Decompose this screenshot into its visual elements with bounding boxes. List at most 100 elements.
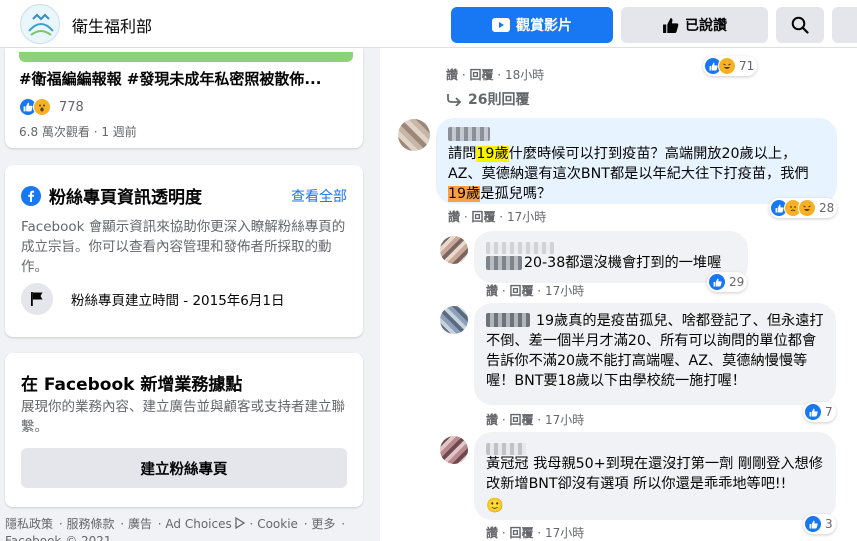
like-reaction-icon (804, 403, 822, 421)
highlight-19: 19歲 (476, 146, 509, 162)
watch-video-button[interactable]: 觀賞影片 (451, 7, 613, 43)
reaction-count: 29 (729, 275, 745, 289)
comment-time[interactable]: 17小時 (507, 210, 546, 224)
commenter-avatar[interactable] (440, 306, 468, 334)
comment-text-2: 20-38都還沒機會打到的一堆喔 (486, 253, 736, 273)
footer-links: 隱私政策 · 服務條款 · 廣告 · Ad Choices · Cookie ·… (5, 516, 346, 531)
comment-bubble-4: 黃冠冠 我母親50+到現在還沒打第一劑 剛剛登入想修改新增BNT卻沒有選項 所以… (474, 432, 836, 520)
comment-time[interactable]: 18小時 (505, 68, 544, 82)
commenter-avatar[interactable] (440, 436, 468, 464)
reply-action[interactable]: 回覆 (509, 526, 533, 540)
commenter-handle-blurred[interactable] (486, 440, 824, 455)
search-icon (791, 16, 809, 34)
comment-3-reactions[interactable]: 7 (803, 402, 836, 422)
slight-smile-emoji: 🙂 (486, 498, 504, 514)
commenter-name-blurred[interactable] (448, 126, 825, 142)
highlight-19-2: 19歲 (448, 186, 481, 202)
footer-link-ads[interactable]: 廣告 (128, 517, 152, 531)
like-action[interactable]: 讚 (486, 284, 498, 298)
site-footer: 隱私政策 · 服務條款 · 廣告 · Ad Choices · Cookie ·… (5, 516, 345, 541)
comments-panel: 讚 · 回覆 · 18小時 71 26則回覆 請問19歲什麼時候可以打到疫苗？高… (380, 48, 857, 541)
liked-label: 已說讚 (685, 18, 727, 34)
reply-action[interactable]: 回覆 (509, 284, 533, 298)
comment-bubble-2: 20-38都還沒機會打到的一堆喔 (474, 231, 748, 283)
page-transparency-card: 粉絲專頁資訊透明度 查看全部 Facebook 會顯示資訊來協助你更深入瞭解粉絲… (5, 165, 363, 337)
top-comment-reactions[interactable]: 71 (703, 56, 758, 76)
add-business-card: 在 Facebook 新增業務據點 展現你的業務內容、建立廣告並與顧客或支持者建… (5, 353, 363, 507)
comment-2-reactions[interactable]: 29 (707, 272, 748, 292)
comment-time[interactable]: 17小時 (545, 526, 584, 540)
comment-4-reactions[interactable]: 3 (803, 514, 836, 534)
flag-icon (21, 283, 53, 315)
mohw-logo-icon (22, 6, 59, 43)
page-created-date: 粉絲專頁建立時間 - 2015年6月1日 (71, 293, 285, 309)
video-reactions[interactable]: 778 (19, 98, 84, 116)
transparency-description: Facebook 會顯示資訊來協助你更深入瞭解粉絲專頁的成立宗旨。你可以查看內容… (21, 219, 346, 275)
transparency-title: 粉絲專頁資訊透明度 (49, 188, 202, 208)
video-post-card: #衛福編編報報 #發現未成年私密照被散佈... 778 6.8 萬次觀看 · 1… (5, 48, 363, 148)
play-video-icon (492, 18, 510, 32)
see-all-link[interactable]: 查看全部 (291, 186, 347, 206)
comment-1-reactions[interactable]: 28 (769, 198, 838, 218)
comment-time[interactable]: 17小時 (545, 413, 584, 427)
footer-link-cookie[interactable]: Cookie (257, 517, 298, 531)
create-page-button[interactable]: 建立粉絲專頁 (21, 448, 347, 488)
comment-4-actions: 讚 · 回覆 · 17小時 (486, 526, 585, 540)
top-comment-actions: 讚 · 回覆 · 18小時 (446, 68, 545, 82)
reply-action[interactable]: 回覆 (509, 413, 533, 427)
comment-1-actions: 讚 · 回覆 · 17小時 (448, 210, 547, 224)
thumbs-up-icon (663, 17, 679, 33)
commenter-avatar[interactable] (440, 236, 468, 264)
adchoices-icon (235, 516, 245, 530)
liked-button[interactable]: 已說讚 (621, 7, 768, 43)
page-title[interactable]: 衛生福利部 (72, 13, 152, 37)
page-header: 衛生福利部 觀賞影片 已說讚 (0, 0, 857, 48)
business-description: 展現你的業務內容、建立廣告並與顧客或支持者建立聯繫。 (21, 399, 345, 435)
facebook-icon (21, 185, 41, 206)
page-created-row: 粉絲專頁建立時間 - 2015年6月1日 (21, 283, 285, 315)
commenter-name[interactable]: 黃冠冠 (486, 456, 529, 472)
comment-3-actions: 讚 · 回覆 · 17小時 (486, 413, 585, 427)
video-thumbnail-bottom[interactable] (19, 52, 353, 62)
transparency-title-row: 粉絲專頁資訊透明度 (21, 183, 202, 208)
footer-link-terms[interactable]: 服務條款 (66, 517, 114, 531)
video-reaction-count: 778 (59, 99, 84, 115)
comment-text-1: 請問19歲什麼時候可以打到疫苗？高端開放20歲以上，AZ、莫德納還有這次BNT都… (448, 146, 809, 202)
video-hashtags[interactable]: #衛福編編報報 #發現未成年私密照被散佈... (19, 68, 321, 89)
blurred-mention (486, 256, 522, 270)
comment-2-actions: 讚 · 回覆 · 17小時 (486, 284, 585, 298)
page-avatar[interactable] (20, 4, 60, 44)
business-title: 在 Facebook 新增業務據點 (21, 375, 243, 395)
footer-link-more[interactable]: 更多 (311, 517, 335, 531)
comment-text-3: 19歲真的是疫苗孤兒、啥都登記了、但永遠打不倒、差一個半月才滿20、所有可以詢問… (486, 313, 824, 389)
reaction-count: 71 (739, 59, 755, 73)
search-button[interactable] (776, 7, 824, 43)
reaction-count: 28 (819, 201, 835, 215)
commenter-avatar[interactable] (398, 119, 430, 151)
like-action[interactable]: 讚 (486, 413, 498, 427)
video-views: 6.8 萬次觀看 · 1 週前 (19, 125, 137, 139)
more-replies-label: 26則回覆 (468, 92, 530, 108)
like-action[interactable]: 讚 (446, 68, 458, 82)
view-more-replies[interactable]: 26則回覆 (446, 89, 529, 109)
like-action[interactable]: 讚 (448, 210, 460, 224)
like-action[interactable]: 讚 (486, 526, 498, 540)
reply-action[interactable]: 回覆 (469, 68, 493, 82)
footer-link-adchoices[interactable]: Ad Choices (165, 517, 231, 531)
haha-reaction-icon (718, 57, 736, 75)
commenter-name-blurred[interactable] (486, 239, 736, 254)
comment-bubble-1: 請問19歲什麼時候可以打到疫苗？高端開放20歲以上，AZ、莫德納還有這次BNT都… (436, 118, 837, 204)
haha-reaction-icon (798, 199, 816, 217)
comment-bubble-3: 19歲真的是疫苗孤兒、啥都登記了、但永遠打不倒、差一個半月才滿20、所有可以詢問… (474, 303, 836, 405)
wow-reaction-icon (33, 98, 51, 116)
reaction-count: 7 (825, 405, 833, 419)
like-reaction-icon (804, 515, 822, 533)
footer-copyright: Facebook © 2021 (5, 534, 112, 541)
footer-link-privacy[interactable]: 隱私政策 (5, 517, 53, 531)
more-options-button[interactable] (832, 7, 857, 43)
reply-action[interactable]: 回覆 (471, 210, 495, 224)
commenter-name-blurred[interactable] (486, 313, 530, 327)
comment-text-4: 黃冠冠 我母親50+到現在還沒打第一劑 剛剛登入想修改新增BNT卻沒有選項 所以… (486, 456, 823, 492)
comment-time[interactable]: 17小時 (545, 284, 584, 298)
watch-video-label: 觀賞影片 (516, 18, 572, 34)
